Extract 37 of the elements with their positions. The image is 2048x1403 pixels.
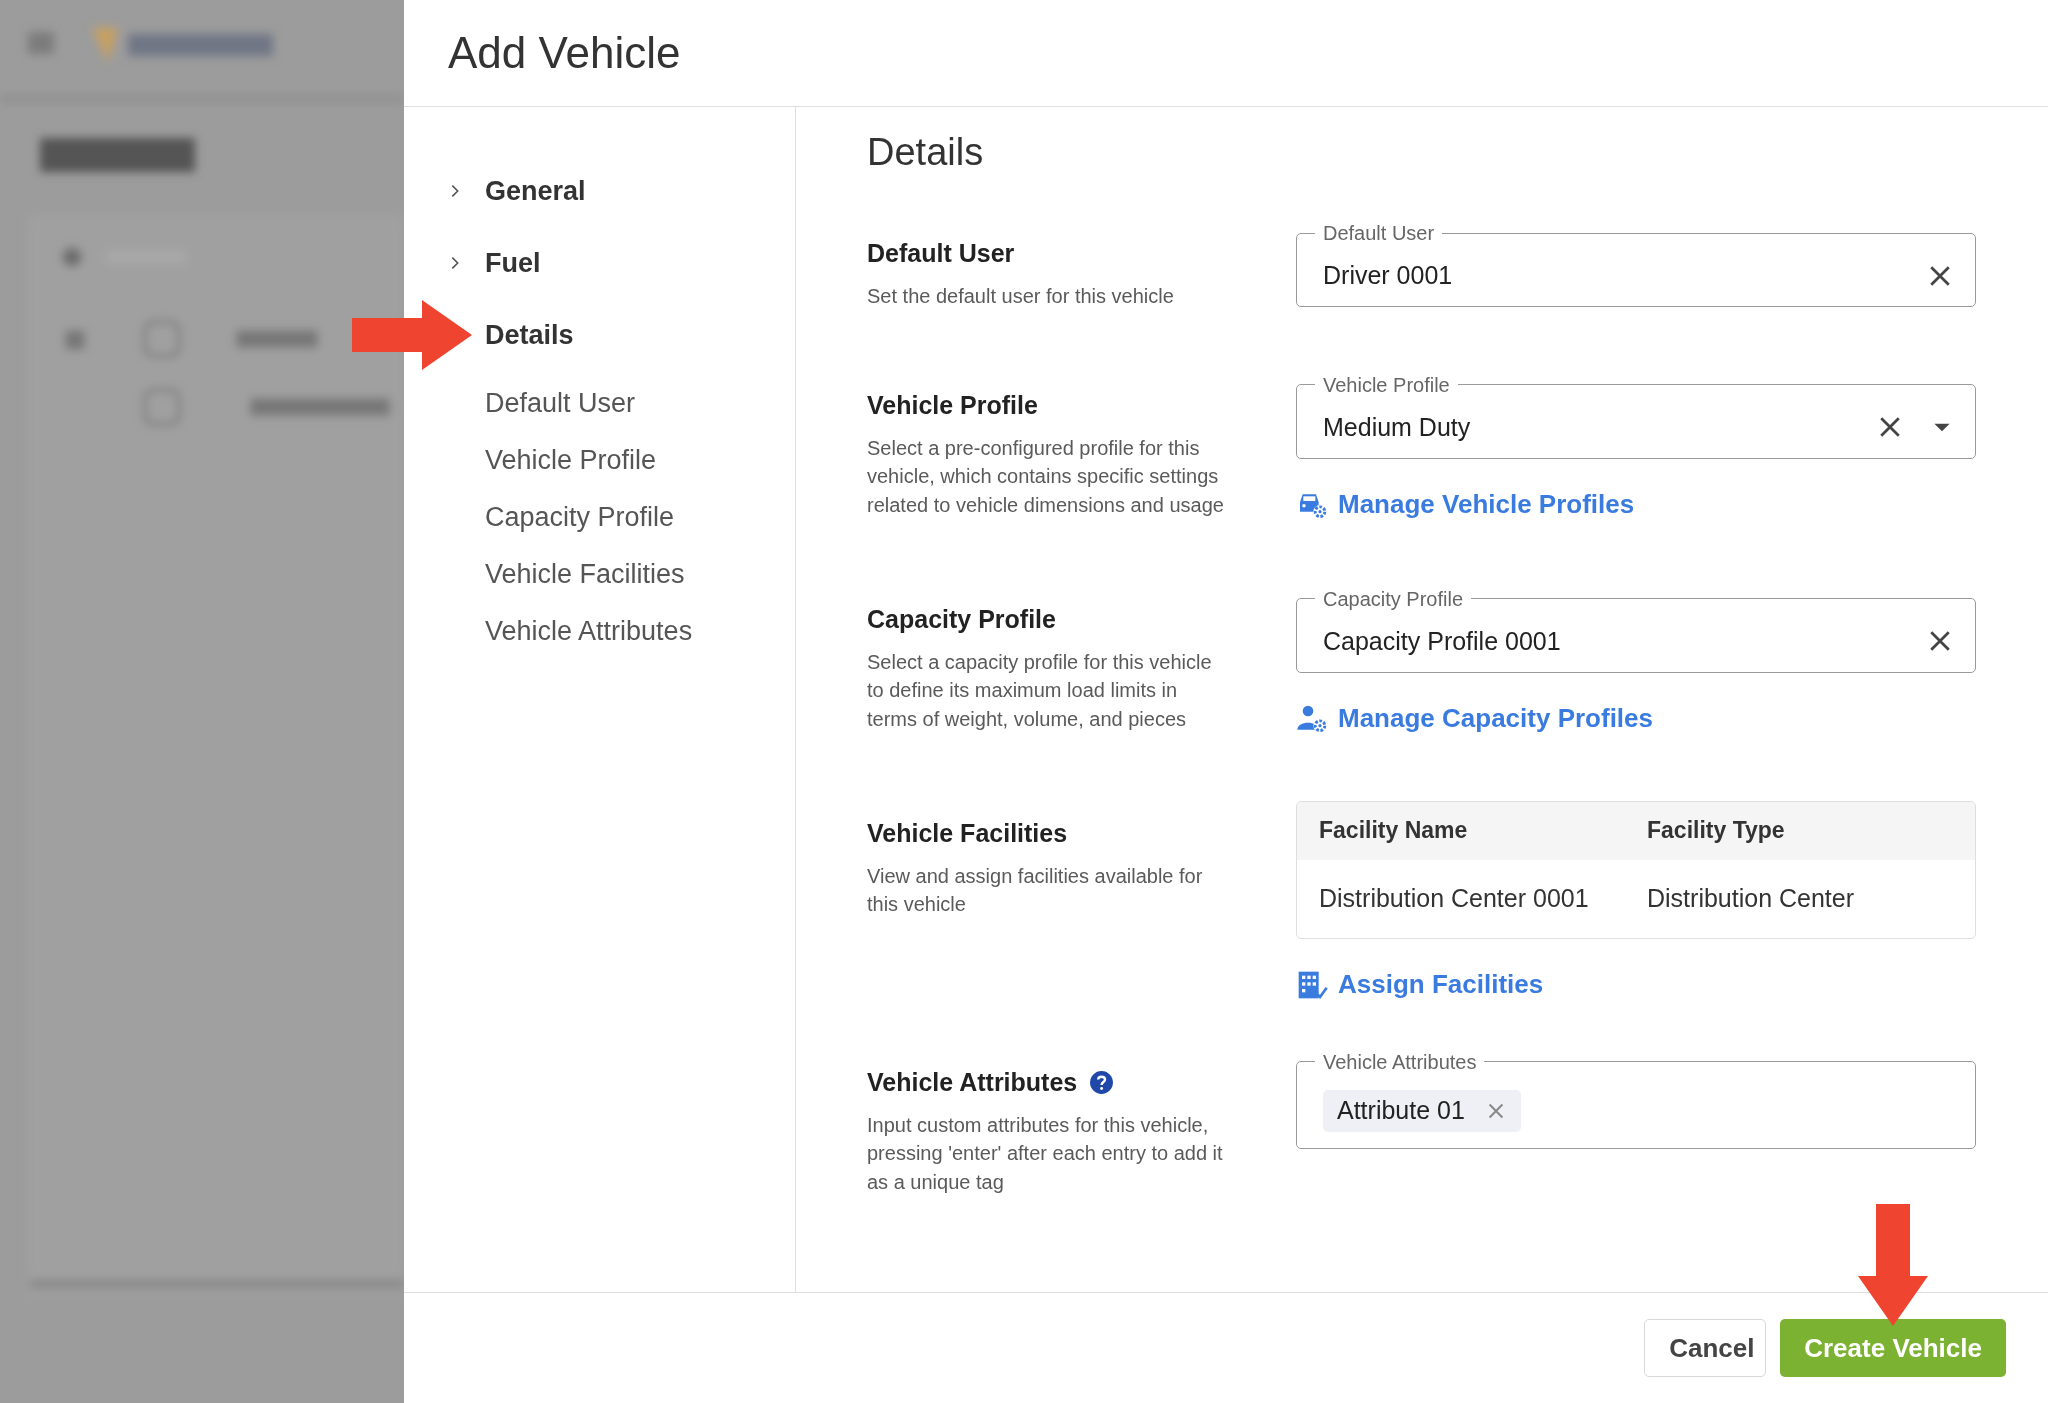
row-title: Vehicle Attributes [867,1067,1078,1097]
section-title: Details [867,131,985,174]
field-label: Default User [1322,221,1436,245]
nav-item[interactable]: Fuel [485,247,541,279]
row-description: Set the default user for this vehicle [867,284,1175,309]
nav-item[interactable]: Vehicle Profile [485,445,657,476]
nav-item[interactable]: Capacity Profile [485,502,675,533]
cancel-button[interactable]: Cancel [1644,1319,1767,1377]
field-value: Capacity Profile 0001 [1323,626,1561,656]
nav-item[interactable]: General [485,175,586,207]
row-description: Select a capacity profile for this vehicle to define its maximum load limits in terms of weight, volume, and pieces [867,649,1213,732]
link[interactable]: Manage Vehicle Profiles [1296,488,1635,521]
field-value: Medium Duty [1323,412,1471,442]
column-header: Facility Name [1319,817,1469,844]
table-cell-text: Distribution Center 0001 [1319,884,1590,913]
row-title: Vehicle Profile [867,390,1038,420]
nav-item[interactable]: Details [485,319,574,351]
link[interactable]: Manage Capacity Profiles [1296,702,1653,735]
column-header: Facility Type [1647,817,1786,844]
row-description: View and assign facilities available for this vehicle [867,863,1204,917]
nav-item[interactable]: Default User [485,388,636,419]
help-icon[interactable] [1089,1069,1115,1095]
field-label: Vehicle Profile [1322,372,1451,397]
field-label: Capacity Profile [1322,586,1465,611]
row-description: Select a pre-configured profile for this vehicle, which contains specific settings related to vehicle dimensions and usage [867,435,1225,518]
row-title: Capacity Profile [867,604,1056,634]
field-label: Vehicle Attributes [1322,1049,1478,1074]
nav-item[interactable]: Vehicle Facilities [485,559,685,590]
link[interactable]: Assign Facilities [1296,968,1544,1001]
row-title: Default User [867,239,1015,268]
field-value: Driver 0001 [1323,261,1453,290]
table-cell-text: Distribution Center [1647,884,1856,913]
tag-chip[interactable]: Attribute 01 [1323,1089,1521,1132]
nav-item[interactable]: Vehicle Attributes [485,616,693,647]
row-title: Vehicle Facilities [867,818,1068,848]
row-description: Input custom attributes for this vehicle, pressing 'enter' after each entry to add it as a unique tag [867,1112,1224,1195]
modal-title: Add Vehicle [448,28,681,78]
